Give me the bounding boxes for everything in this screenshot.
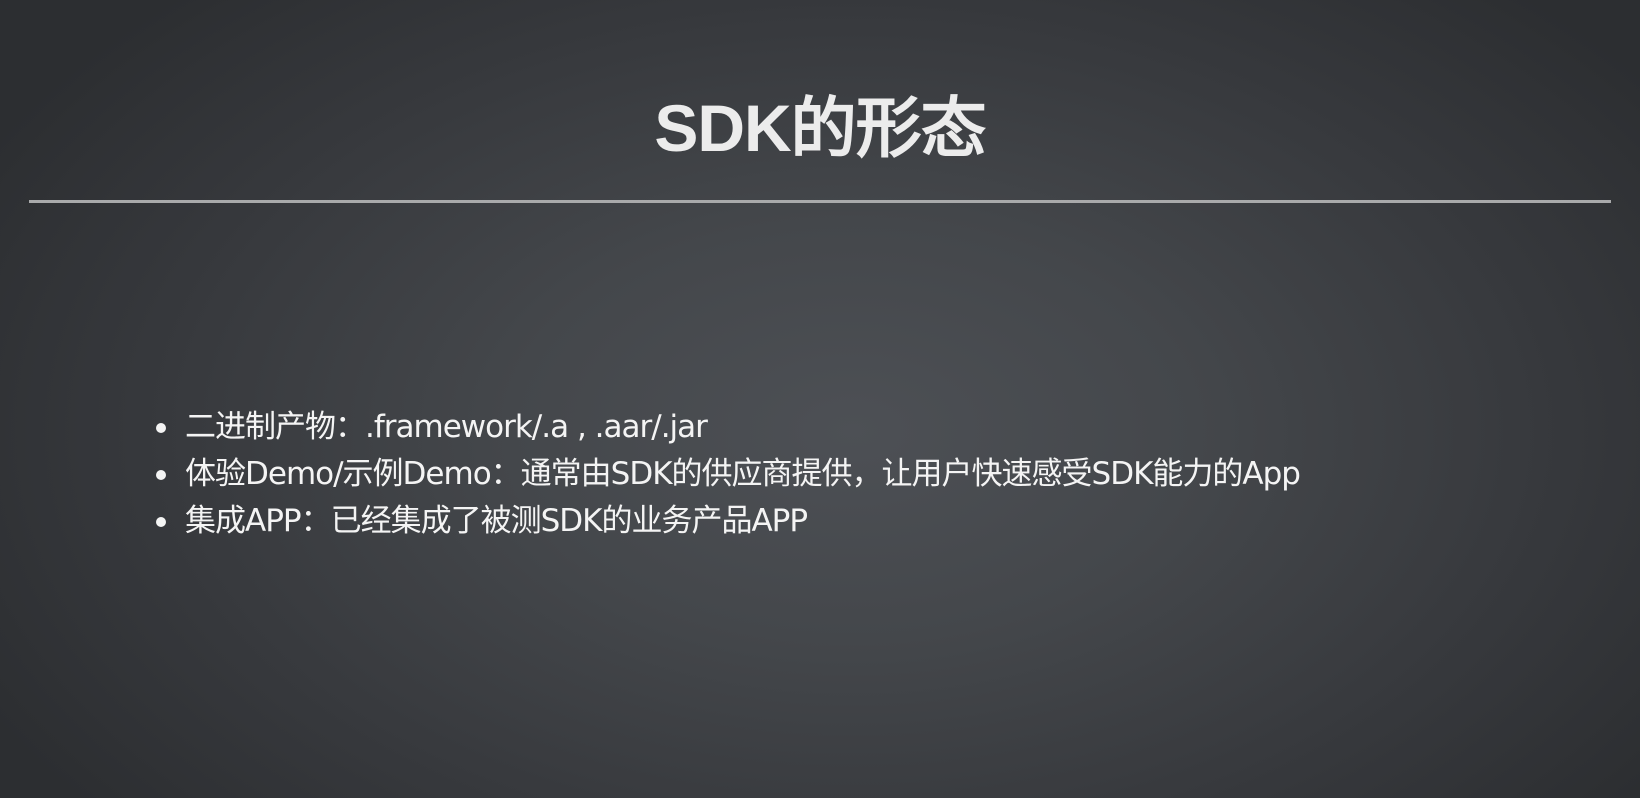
bullet-text: 二进制产物：.framework/.a , .aar/.jar (185, 409, 708, 445)
bullet-dot-icon (156, 517, 166, 527)
bullet-dot-icon (156, 470, 166, 480)
title-divider (29, 200, 1611, 203)
slide: SDK的形态 二进制产物：.framework/.a , .aar/.jar 体… (0, 0, 1640, 798)
bullet-item-demo-app: 体验Demo/示例Demo：通常由SDK的供应商提供，让用户快速感受SDK能力的… (150, 451, 1301, 498)
bullet-item-binary-artifacts: 二进制产物：.framework/.a , .aar/.jar (150, 404, 1300, 451)
bullet-dot-icon (156, 423, 166, 433)
bullet-item-integrated-app: 集成APP：已经集成了被测SDK的业务产品APP (150, 498, 1300, 545)
bullet-list: 二进制产物：.framework/.a , .aar/.jar 体验Demo/示… (150, 404, 1301, 545)
bullet-text: 集成APP：已经集成了被测SDK的业务产品APP (185, 503, 808, 539)
bullet-text: 体验Demo/示例Demo：通常由SDK的供应商提供，让用户快速感受SDK能力的… (185, 456, 1301, 492)
slide-title: SDK的形态 (654, 91, 986, 165)
